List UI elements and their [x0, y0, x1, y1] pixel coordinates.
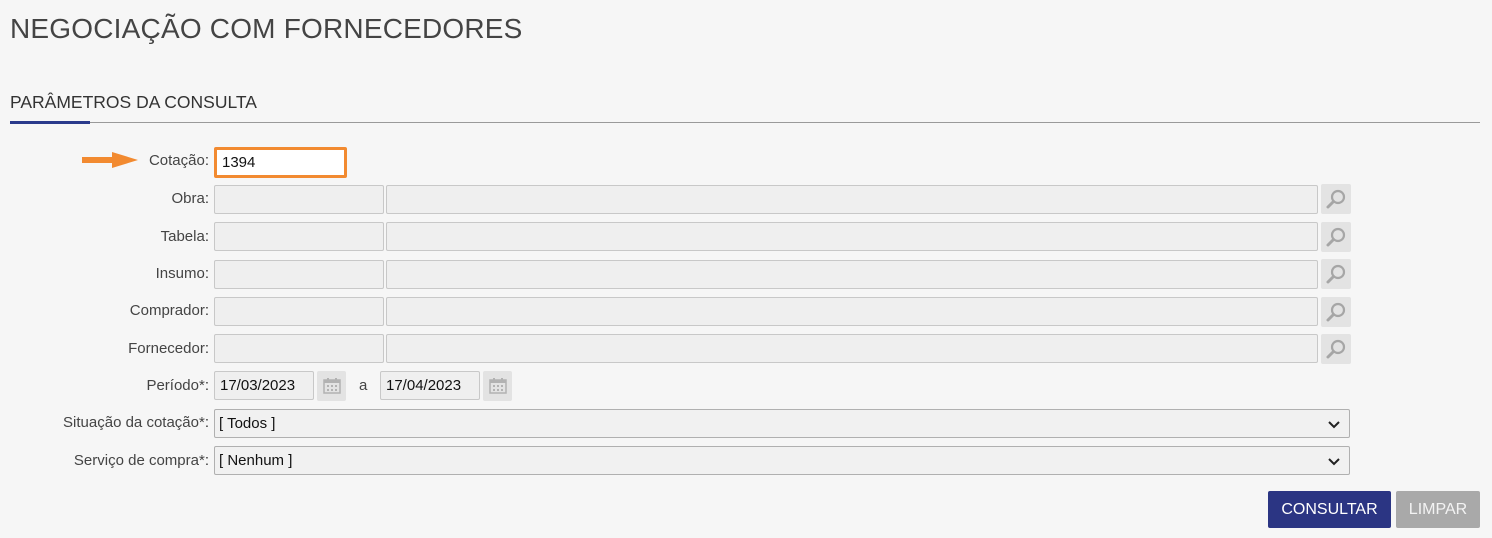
page-title: NEGOCIAÇÃO COM FORNECEDORES	[10, 13, 523, 44]
search-icon	[1326, 189, 1346, 209]
periodo-end-input[interactable]: 17/04/2023	[380, 371, 480, 400]
search-icon	[1326, 264, 1346, 284]
periodo-end-calendar-button[interactable]	[483, 371, 512, 401]
comprador-code-input[interactable]	[214, 297, 384, 326]
tabela-code-input[interactable]	[214, 222, 384, 251]
chevron-down-icon	[1328, 457, 1340, 465]
insumo-search-button[interactable]	[1321, 259, 1351, 289]
situacao-label: Situação da cotação*:	[63, 414, 209, 431]
tabela-label: Tabela:	[160, 228, 209, 245]
search-icon	[1326, 339, 1346, 359]
obra-code-input[interactable]	[214, 185, 384, 214]
periodo-separator: a	[359, 377, 368, 394]
insumo-label: Insumo:	[155, 265, 209, 282]
periodo-start-calendar-button[interactable]	[317, 371, 346, 401]
fornecedor-search-button[interactable]	[1321, 334, 1351, 364]
section-accent-bar	[10, 121, 90, 124]
obra-description-input[interactable]	[386, 185, 1318, 214]
insumo-code-input[interactable]	[214, 260, 384, 289]
comprador-search-button[interactable]	[1321, 297, 1351, 327]
cotacao-input[interactable]: 1394	[214, 147, 347, 178]
fornecedor-code-input[interactable]	[214, 334, 384, 363]
calendar-icon	[488, 378, 507, 394]
chevron-down-icon	[1328, 420, 1340, 428]
insumo-description-input[interactable]	[386, 260, 1318, 289]
comprador-label: Comprador:	[129, 302, 209, 319]
servico-label: Serviço de compra*:	[73, 452, 209, 469]
obra-label: Obra:	[171, 190, 209, 207]
fornecedor-description-input[interactable]	[386, 334, 1318, 363]
section-title: PARÂMETROS DA CONSULTA	[10, 92, 257, 112]
section-divider	[10, 122, 1480, 123]
comprador-description-input[interactable]	[386, 297, 1318, 326]
calendar-icon	[322, 378, 341, 394]
situacao-selected-value: [ Todos ]	[219, 415, 276, 432]
search-icon	[1326, 302, 1346, 322]
servico-select[interactable]: [ Nenhum ]	[214, 446, 1350, 475]
servico-selected-value: [ Nenhum ]	[219, 452, 293, 469]
search-icon	[1326, 227, 1346, 247]
fornecedor-label: Fornecedor:	[128, 340, 209, 357]
cotacao-label: Cotação:	[148, 152, 209, 169]
consultar-button[interactable]: CONSULTAR	[1268, 491, 1391, 528]
periodo-label: Período*:	[146, 377, 209, 394]
periodo-start-input[interactable]: 17/03/2023	[214, 371, 314, 400]
tabela-search-button[interactable]	[1321, 222, 1351, 252]
obra-search-button[interactable]	[1321, 184, 1351, 214]
situacao-select[interactable]: [ Todos ]	[214, 409, 1350, 438]
tabela-description-input[interactable]	[386, 222, 1318, 251]
limpar-button[interactable]: LIMPAR	[1396, 491, 1480, 528]
arrow-right-icon	[82, 152, 138, 168]
